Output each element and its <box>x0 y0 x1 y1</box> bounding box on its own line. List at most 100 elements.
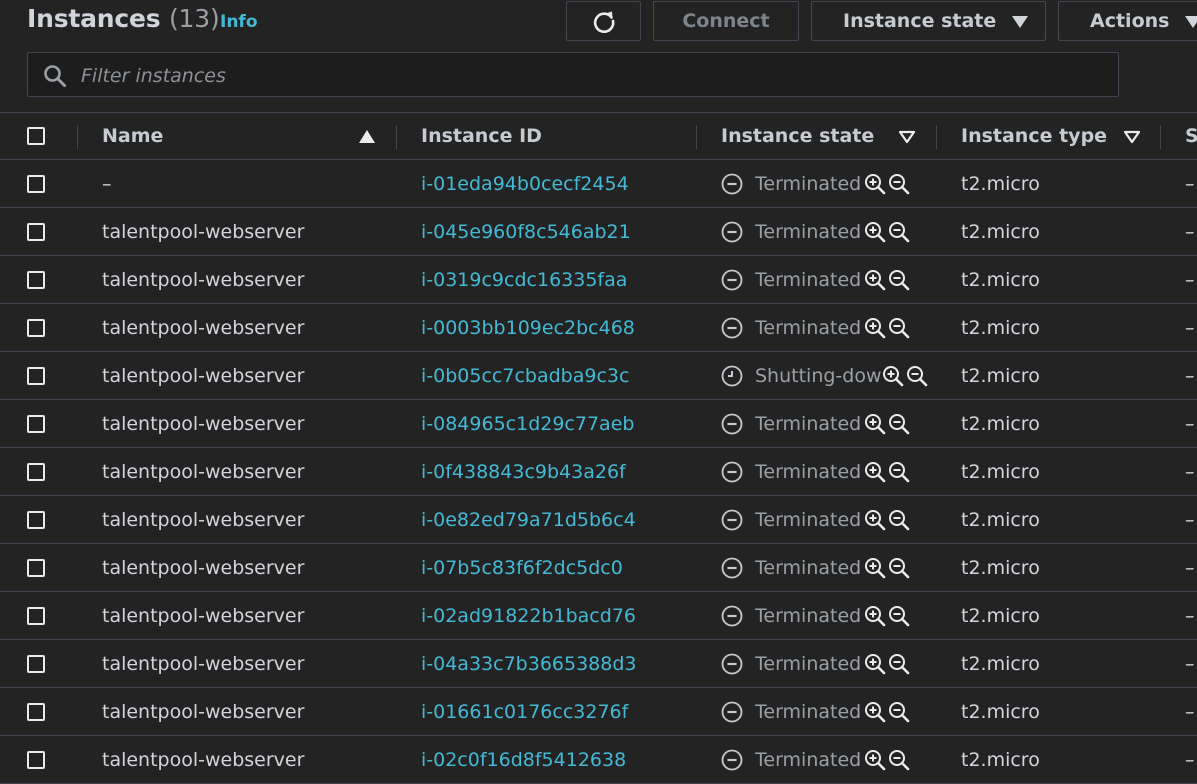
row-checkbox[interactable] <box>27 222 45 241</box>
row-checkbox[interactable] <box>27 702 45 721</box>
instance-state: Terminated <box>721 544 936 591</box>
zoom-out-icon[interactable] <box>887 460 911 484</box>
instances-table: Name Instance ID Instance state Instance… <box>0 112 1197 784</box>
zoom-in-icon[interactable] <box>863 316 887 340</box>
instance-id-link[interactable]: i-01eda94b0cecf2454 <box>421 160 691 207</box>
table-row[interactable]: talentpool-webserver i-0f438843c9b43a26f T… <box>0 448 1197 496</box>
zoom-in-icon[interactable] <box>863 700 887 724</box>
table-row[interactable]: talentpool-webserver i-01661c0176cc3276f T… <box>0 688 1197 736</box>
zoom-in-icon[interactable] <box>863 556 887 580</box>
column-header-instance-id[interactable]: Instance ID <box>421 113 691 159</box>
row-checkbox[interactable] <box>27 606 45 625</box>
instance-id-link[interactable]: i-07b5c83f6f2dc5dc0 <box>421 544 691 591</box>
instance-id-link[interactable]: i-02ad91822b1bacd76 <box>421 592 691 639</box>
column-divider[interactable] <box>696 125 697 149</box>
table-row[interactable]: talentpool-webserver i-0e82ed79a71d5b6c4 T… <box>0 496 1197 544</box>
row-select-cell <box>27 496 47 543</box>
terminated-icon <box>721 749 743 770</box>
table-row[interactable]: talentpool-webserver i-0319c9cdc16335faa T… <box>0 256 1197 304</box>
select-all-checkbox[interactable] <box>27 127 45 145</box>
instance-id-link[interactable]: i-084965c1d29c77aeb <box>421 400 691 447</box>
table-row[interactable]: talentpool-webserver i-02ad91822b1bacd76 T… <box>0 592 1197 640</box>
instance-id-text: i-0003bb109ec2bc468 <box>421 316 635 339</box>
sort-ascending-icon[interactable] <box>359 130 375 143</box>
zoom-in-icon[interactable] <box>863 652 887 676</box>
table-row[interactable]: talentpool-webserver i-02c0f16d8f5412638 T… <box>0 736 1197 784</box>
zoom-out-icon[interactable] <box>887 316 911 340</box>
connect-button[interactable]: Connect <box>653 1 799 41</box>
instance-id-link[interactable]: i-01661c0176cc3276f <box>421 688 691 735</box>
info-link[interactable]: Info <box>220 12 258 32</box>
instance-id-link[interactable]: i-045e960f8c546ab21 <box>421 208 691 255</box>
instance-name: talentpool-webserver <box>102 640 382 687</box>
zoom-out-icon[interactable] <box>887 172 911 196</box>
zoom-out-icon[interactable] <box>887 556 911 580</box>
refresh-button[interactable] <box>566 1 641 41</box>
zoom-out-icon[interactable] <box>905 364 929 388</box>
status-check-text: – <box>1185 316 1195 339</box>
column-divider[interactable] <box>936 125 937 149</box>
row-checkbox[interactable] <box>27 558 45 577</box>
column-header-name[interactable]: Name <box>102 113 382 159</box>
column-header-status-check[interactable]: S <box>1185 113 1197 159</box>
zoom-out-icon[interactable] <box>887 748 911 772</box>
table-row[interactable]: talentpool-webserver i-07b5c83f6f2dc5dc0 T… <box>0 544 1197 592</box>
zoom-out-icon[interactable] <box>887 508 911 532</box>
table-row[interactable]: talentpool-webserver i-0b05cc7cbadba9c3c S… <box>0 352 1197 400</box>
zoom-out-icon[interactable] <box>887 604 911 628</box>
zoom-in-icon[interactable] <box>863 268 887 292</box>
filter-instances-input[interactable] <box>79 53 1083 98</box>
status-check-text: – <box>1185 508 1195 531</box>
zoom-out-icon[interactable] <box>887 220 911 244</box>
zoom-in-icon[interactable] <box>863 220 887 244</box>
row-checkbox[interactable] <box>27 414 45 433</box>
row-checkbox[interactable] <box>27 462 45 481</box>
zoom-out-icon[interactable] <box>887 412 911 436</box>
table-row[interactable]: talentpool-webserver i-0003bb109ec2bc468 T… <box>0 304 1197 352</box>
zoom-in-icon[interactable] <box>863 172 887 196</box>
row-checkbox[interactable] <box>27 654 45 673</box>
terminated-icon <box>721 173 743 194</box>
table-row[interactable]: talentpool-webserver i-045e960f8c546ab21 T… <box>0 208 1197 256</box>
instance-type: t2.micro <box>961 352 1151 399</box>
table-row[interactable]: talentpool-webserver i-084965c1d29c77aeb T… <box>0 400 1197 448</box>
instance-state-text: Terminated <box>755 172 862 195</box>
instance-id-link[interactable]: i-02c0f16d8f5412638 <box>421 736 691 783</box>
column-divider[interactable] <box>1160 125 1161 149</box>
zoom-in-icon[interactable] <box>881 364 905 388</box>
table-row[interactable]: talentpool-webserver i-04a33c7b3665388d3 T… <box>0 640 1197 688</box>
instance-name: – <box>102 160 382 207</box>
zoom-in-icon[interactable] <box>863 748 887 772</box>
row-checkbox[interactable] <box>27 318 45 337</box>
zoom-out-icon[interactable] <box>887 268 911 292</box>
zoom-in-icon[interactable] <box>863 508 887 532</box>
caret-down-icon <box>1185 16 1197 28</box>
status-check: – <box>1185 160 1197 207</box>
zoom-in-icon[interactable] <box>863 604 887 628</box>
instance-state-text: Terminated <box>755 604 862 627</box>
status-check-text: – <box>1185 364 1195 387</box>
zoom-in-icon[interactable] <box>863 412 887 436</box>
instance-id-link[interactable]: i-04a33c7b3665388d3 <box>421 640 691 687</box>
row-checkbox[interactable] <box>27 270 45 289</box>
instance-name-text: talentpool-webserver <box>102 508 305 531</box>
instance-id-link[interactable]: i-0e82ed79a71d5b6c4 <box>421 496 691 543</box>
zoom-in-icon[interactable] <box>863 460 887 484</box>
sort-toggle-icon[interactable] <box>1123 130 1141 144</box>
zoom-out-icon[interactable] <box>887 652 911 676</box>
row-checkbox[interactable] <box>27 510 45 529</box>
instance-id-link[interactable]: i-0f438843c9b43a26f <box>421 448 691 495</box>
instance-id-link[interactable]: i-0003bb109ec2bc468 <box>421 304 691 351</box>
row-checkbox[interactable] <box>27 366 45 385</box>
instance-id-link[interactable]: i-0b05cc7cbadba9c3c <box>421 352 691 399</box>
instance-name-text: talentpool-webserver <box>102 460 305 483</box>
instance-state-dropdown[interactable]: Instance state <box>811 1 1046 41</box>
row-checkbox[interactable] <box>27 174 45 193</box>
column-divider[interactable] <box>77 125 78 149</box>
table-row[interactable]: – i-01eda94b0cecf2454 Terminated t2.micro – <box>0 160 1197 208</box>
instance-id-link[interactable]: i-0319c9cdc16335faa <box>421 256 691 303</box>
sort-toggle-icon[interactable] <box>898 130 916 144</box>
column-divider[interactable] <box>396 125 397 149</box>
zoom-out-icon[interactable] <box>887 700 911 724</box>
actions-dropdown[interactable]: Actions <box>1058 1 1197 41</box>
